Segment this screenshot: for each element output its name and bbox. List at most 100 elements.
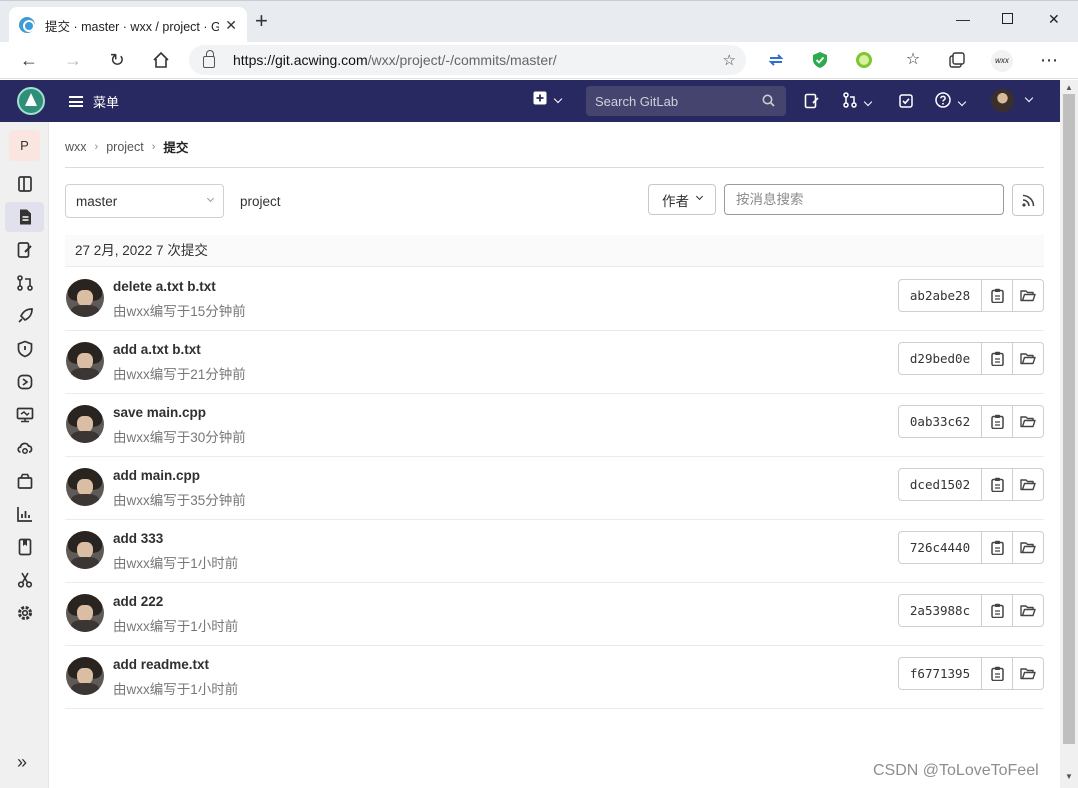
home-icon[interactable] — [149, 48, 173, 72]
repository-icon[interactable] — [16, 175, 34, 193]
commit-title[interactable]: save main.cpp — [113, 405, 206, 420]
refresh-icon[interactable]: ↻ — [105, 48, 129, 72]
page-scrollbar[interactable]: ▲ ▼ — [1060, 80, 1078, 788]
chevron-down-icon — [206, 194, 215, 202]
copy-sha-button[interactable] — [982, 468, 1013, 501]
back-icon[interactable]: ← — [17, 48, 41, 72]
maximize-icon[interactable] — [1002, 13, 1013, 24]
shield-extension-icon[interactable] — [811, 51, 829, 69]
commit-title[interactable]: add 333 — [113, 531, 163, 546]
clipboard-icon — [990, 477, 1004, 492]
author-avatar[interactable] — [66, 468, 104, 506]
packages-icon[interactable] — [16, 472, 34, 490]
commit-sha-button[interactable]: 2a53988c — [898, 594, 982, 627]
browse-files-button[interactable] — [1013, 405, 1044, 438]
merge-requests-icon[interactable] — [16, 274, 34, 292]
lime-extension-icon[interactable] — [855, 51, 873, 69]
close-tab-icon[interactable]: ✕ — [225, 17, 237, 34]
new-item-dropdown[interactable] — [533, 91, 563, 108]
url-field[interactable]: https://git.acwing.com/wxx/project/-/com… — [189, 45, 746, 75]
issues-icon[interactable] — [16, 241, 34, 259]
browse-files-button[interactable] — [1013, 279, 1044, 312]
scroll-down-icon[interactable]: ▼ — [1065, 772, 1073, 781]
copy-sha-button[interactable] — [982, 279, 1013, 312]
browser-tab[interactable]: 提交 · master · wxx / project · GitLab ✕ — [9, 7, 247, 43]
collections-icon[interactable] — [948, 51, 966, 69]
analytics-icon[interactable] — [16, 505, 34, 523]
commit-title[interactable]: add readme.txt — [113, 657, 209, 672]
author-avatar[interactable] — [66, 657, 104, 695]
author-avatar[interactable] — [66, 342, 104, 380]
window-close-icon[interactable]: ✕ — [1048, 11, 1060, 28]
scrollbar-thumb[interactable] — [1063, 94, 1075, 744]
copy-sha-button[interactable] — [982, 405, 1013, 438]
clipboard-icon — [990, 288, 1004, 303]
menu-button[interactable]: 菜单 — [69, 92, 119, 111]
commit-sha-button[interactable]: 726c4440 — [898, 531, 982, 564]
commit-title[interactable]: add a.txt b.txt — [113, 342, 201, 357]
author-avatar[interactable] — [66, 531, 104, 569]
commit-sha-button[interactable]: ab2abe28 — [898, 279, 982, 312]
user-avatar[interactable] — [991, 89, 1014, 112]
browse-files-button[interactable] — [1013, 531, 1044, 564]
browse-files-button[interactable] — [1013, 342, 1044, 375]
monitor-icon[interactable] — [16, 406, 34, 424]
new-tab-icon[interactable]: + — [255, 10, 268, 32]
copy-sha-button[interactable] — [982, 657, 1013, 690]
browse-files-button[interactable] — [1013, 468, 1044, 501]
sync-extension-icon[interactable] — [767, 51, 785, 69]
branch-selector[interactable]: master — [65, 184, 224, 218]
commit-sha-button[interactable]: d29bed0e — [898, 342, 982, 375]
commit-day-header: 27 2月, 2022 7 次提交 — [65, 235, 1044, 267]
user-menu-caret[interactable] — [1018, 91, 1034, 107]
commit-sha-button[interactable]: dced1502 — [898, 468, 982, 501]
rss-feed-button[interactable] — [1012, 184, 1044, 216]
commit-sha-button[interactable]: f6771395 — [898, 657, 982, 690]
acwing-logo-icon[interactable] — [17, 87, 45, 115]
commit-message-search[interactable] — [724, 184, 1004, 215]
author-avatar[interactable] — [66, 594, 104, 632]
commits-icon[interactable] — [16, 208, 34, 226]
merge-requests-dropdown[interactable] — [843, 92, 873, 111]
browse-files-button[interactable] — [1013, 657, 1044, 690]
commit-sha-button[interactable]: 0ab33c62 — [898, 405, 982, 438]
ci-cd-icon[interactable] — [16, 307, 34, 325]
commit-title[interactable]: add main.cpp — [113, 468, 200, 483]
collapse-sidebar-icon[interactable]: » — [17, 752, 27, 773]
breadcrumb-current[interactable]: 提交 — [163, 137, 188, 156]
copy-sha-button[interactable] — [982, 342, 1013, 375]
favorites-icon[interactable]: ☆ — [901, 48, 925, 72]
gitlab-search[interactable] — [586, 86, 786, 116]
author-avatar[interactable] — [66, 405, 104, 443]
project-avatar[interactable]: P — [9, 130, 40, 161]
infrastructure-icon[interactable] — [16, 439, 34, 457]
todo-icon[interactable] — [899, 94, 913, 108]
copy-sha-button[interactable] — [982, 594, 1013, 627]
help-dropdown[interactable] — [935, 92, 967, 111]
commit-title[interactable]: delete a.txt b.txt — [113, 279, 216, 294]
browse-files-button[interactable] — [1013, 594, 1044, 627]
commit-sha-group: ab2abe28 — [898, 279, 1044, 312]
issues-icon[interactable] — [804, 93, 820, 109]
chevron-down-icon — [863, 97, 873, 107]
minimize-icon[interactable]: — — [956, 11, 970, 27]
browser-menu-icon[interactable]: ⋯ — [1037, 48, 1061, 72]
breadcrumb-owner[interactable]: wxx — [65, 140, 87, 154]
forward-icon[interactable]: → — [61, 48, 85, 72]
author-filter-button[interactable]: 作者 — [648, 184, 716, 215]
gitlab-search-input[interactable] — [595, 93, 755, 109]
settings-icon[interactable] — [16, 604, 34, 622]
wiki-icon[interactable] — [16, 538, 34, 556]
clipboard-icon — [990, 666, 1004, 681]
profile-extension-badge[interactable]: wxx — [991, 50, 1013, 72]
gitlab-top-nav: 菜单 — [0, 80, 1060, 122]
copy-sha-button[interactable] — [982, 531, 1013, 564]
security-icon[interactable] — [16, 340, 34, 358]
author-avatar[interactable] — [66, 279, 104, 317]
add-favorite-icon[interactable]: ☆ — [723, 51, 736, 69]
snippets-icon[interactable] — [16, 571, 34, 589]
breadcrumb-project[interactable]: project — [106, 140, 144, 154]
deployments-icon[interactable] — [16, 373, 34, 391]
scroll-up-icon[interactable]: ▲ — [1065, 83, 1073, 92]
commit-title[interactable]: add 222 — [113, 594, 163, 609]
